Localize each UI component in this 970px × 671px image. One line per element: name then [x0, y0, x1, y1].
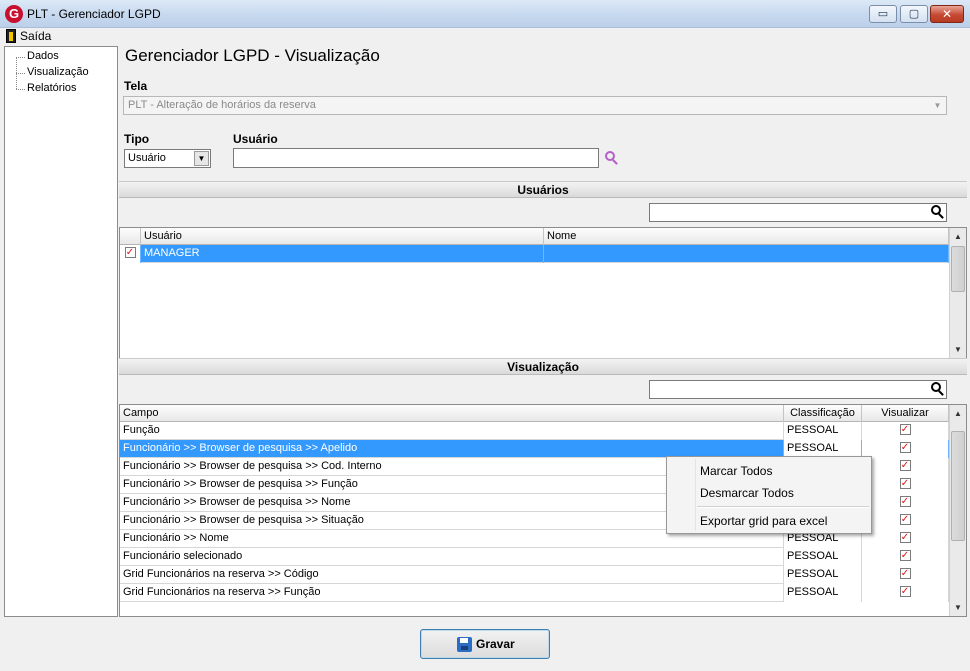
header-visualizar[interactable]: Visualizar	[862, 405, 949, 422]
tree-connector	[16, 73, 25, 74]
checkbox[interactable]: ✓	[899, 459, 911, 471]
search-icon[interactable]	[931, 205, 945, 219]
menu-separator	[697, 506, 869, 508]
cell-campo: Grid Funcionários na reserva >> Código	[120, 566, 784, 584]
menu-item-exportar-excel[interactable]: Exportar grid para excel	[700, 514, 827, 528]
checkbox[interactable]: ✓	[899, 549, 911, 561]
header-nome[interactable]: Nome	[544, 228, 949, 245]
header-usuario[interactable]: Usuário	[141, 228, 544, 245]
row-checkbox-cell[interactable]: ✓	[120, 245, 141, 263]
menu-item-marcar-todos[interactable]: Marcar Todos	[700, 464, 772, 478]
cell-classificacao: PESSOAL	[784, 584, 862, 602]
scroll-up-icon[interactable]: ▲	[950, 405, 966, 422]
tipo-select[interactable]: Usuário ▼	[124, 149, 211, 168]
cell-classificacao: PESSOAL	[784, 548, 862, 566]
menu-exit[interactable]: Saída	[20, 29, 51, 43]
chevron-down-icon[interactable]: ▼	[194, 151, 209, 166]
scroll-thumb[interactable]	[951, 431, 965, 541]
usuario-input[interactable]	[233, 148, 599, 168]
tela-select-value: PLT - Alteração de horários da reserva	[128, 99, 316, 111]
checkbox[interactable]: ✓	[899, 513, 911, 525]
cell-visualizar[interactable]: ✓	[862, 530, 949, 548]
cell-campo: Funcionário selecionado	[120, 548, 784, 566]
search-icon[interactable]	[931, 382, 945, 396]
cell-visualizar[interactable]: ✓	[862, 566, 949, 584]
scroll-thumb[interactable]	[951, 246, 965, 292]
cell-visualizar[interactable]: ✓	[862, 584, 949, 602]
menu-bar: Saída	[0, 28, 970, 45]
window-title: PLT - Gerenciador LGPD	[27, 7, 161, 21]
table-row[interactable]: Grid Funcionários na reserva >> Função PE…	[120, 584, 949, 602]
usuario-label: Usuário	[233, 132, 278, 146]
floppy-disk-icon	[457, 637, 472, 652]
checkbox[interactable]: ✓	[124, 246, 136, 258]
users-grid-header: Usuário Nome	[120, 228, 949, 245]
minimize-button[interactable]: ▭	[869, 5, 897, 23]
tela-select[interactable]: PLT - Alteração de horários da reserva ▼	[123, 96, 947, 115]
cell-classificacao: PESSOAL	[784, 566, 862, 584]
checkbox[interactable]: ✓	[899, 423, 911, 435]
users-grid-scrollbar[interactable]: ▲ ▼	[949, 228, 966, 358]
tipo-label: Tipo	[124, 132, 150, 146]
checkbox[interactable]: ✓	[899, 441, 911, 453]
save-button-label: Gravar	[476, 637, 515, 651]
users-grid: Usuário Nome ✓ MANAGER ▲ ▼	[119, 227, 967, 359]
table-row[interactable]: ✓ MANAGER	[120, 245, 949, 263]
header-classificacao[interactable]: Classificação	[784, 405, 862, 422]
close-button[interactable]: ✕	[930, 5, 964, 23]
cell-campo: Grid Funcionários na reserva >> Função	[120, 584, 784, 602]
table-row[interactable]: Grid Funcionários na reserva >> Código PE…	[120, 566, 949, 584]
context-menu-gutter	[695, 459, 696, 531]
table-row[interactable]: Função PESSOAL ✓	[120, 422, 949, 440]
cell-visualizar[interactable]: ✓	[862, 512, 949, 530]
cell-visualizar[interactable]: ✓	[862, 458, 949, 476]
view-grid-scrollbar[interactable]: ▲ ▼	[949, 405, 966, 616]
cell-visualizar[interactable]: ✓	[862, 440, 949, 458]
checkbox[interactable]: ✓	[899, 585, 911, 597]
door-exit-icon[interactable]	[6, 29, 16, 43]
page-title: Gerenciador LGPD - Visualização	[125, 46, 380, 65]
cell-nome	[544, 245, 949, 263]
navigation-tree: Dados Visualização Relatórios	[4, 46, 118, 617]
tree-item-visualizacao[interactable]: Visualização	[27, 66, 89, 78]
maximize-button[interactable]: ▢	[900, 5, 928, 23]
title-bar: G PLT - Gerenciador LGPD ▭ ▢ ✕	[0, 0, 970, 28]
cell-visualizar[interactable]: ✓	[862, 422, 949, 440]
tree-connector	[16, 57, 25, 58]
checkbox[interactable]: ✓	[899, 477, 911, 489]
tela-label: Tela	[124, 79, 148, 93]
checkbox[interactable]: ✓	[899, 531, 911, 543]
view-section-header: Visualização	[119, 358, 967, 375]
cell-visualizar[interactable]: ✓	[862, 494, 949, 512]
tree-item-dados[interactable]: Dados	[27, 50, 59, 62]
header-campo[interactable]: Campo	[120, 405, 784, 422]
tree-connector	[16, 89, 25, 90]
cell-visualizar[interactable]: ✓	[862, 548, 949, 566]
chevron-down-icon: ▼	[933, 101, 942, 110]
app-logo-icon: G	[5, 5, 23, 23]
cell-visualizar[interactable]: ✓	[862, 476, 949, 494]
menu-item-desmarcar-todos[interactable]: Desmarcar Todos	[700, 486, 794, 500]
view-search-input[interactable]	[649, 380, 947, 399]
tree-item-relatorios[interactable]: Relatórios	[27, 82, 77, 94]
cell-campo: Função	[120, 422, 784, 440]
view-grid-header: Campo Classificação Visualizar	[120, 405, 949, 422]
scroll-up-icon[interactable]: ▲	[950, 228, 966, 245]
header-check-column	[120, 228, 141, 245]
scroll-down-icon[interactable]: ▼	[950, 341, 966, 358]
search-user-icon[interactable]	[605, 151, 619, 165]
users-search-input[interactable]	[649, 203, 947, 222]
table-row[interactable]: Funcionário selecionado PESSOAL ✓	[120, 548, 949, 566]
scroll-down-icon[interactable]: ▼	[950, 599, 966, 616]
users-section-header: Usuários	[119, 181, 967, 198]
cell-usuario: MANAGER	[141, 245, 544, 263]
save-button[interactable]: Gravar	[420, 629, 550, 659]
context-menu: Marcar Todos Desmarcar Todos Exportar gr…	[666, 456, 872, 534]
checkbox[interactable]: ✓	[899, 495, 911, 507]
checkbox[interactable]: ✓	[899, 567, 911, 579]
tipo-select-value: Usuário	[128, 152, 166, 164]
cell-classificacao: PESSOAL	[784, 422, 862, 440]
